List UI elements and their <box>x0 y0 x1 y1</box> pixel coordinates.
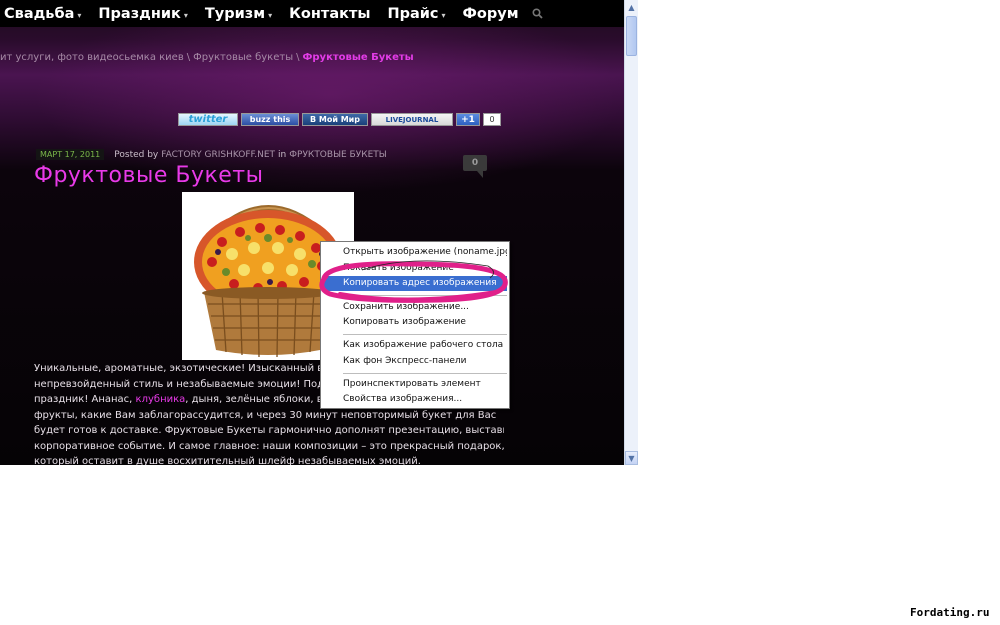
body-line: корпоративное событие. И самое главное: … <box>34 440 504 452</box>
ctx-show-image[interactable]: Показать изображение <box>323 261 507 276</box>
ctx-save-image[interactable]: Сохранить изображение... <box>323 300 507 315</box>
breadcrumb-link[interactable]: ит услуги, фото видеосьемка киев <box>0 52 184 63</box>
nav-item-holiday[interactable]: Праздник ▾ <box>98 6 187 22</box>
nav-item-label: Туризм <box>204 5 266 22</box>
ctx-open-image[interactable]: Открыть изображение (noname.jpg) <box>323 245 507 260</box>
nav-item-price[interactable]: Прайс ▾ <box>387 6 445 22</box>
menu-separator <box>343 295 507 296</box>
ctx-copy-image-address[interactable]: Копировать адрес изображения <box>323 276 507 291</box>
context-menu: Открыть изображение (noname.jpg) Показат… <box>320 241 510 409</box>
scroll-thumb[interactable] <box>626 16 637 56</box>
nav-item-label: Контакты <box>289 5 371 22</box>
in-label: in <box>278 149 287 160</box>
livejournal-share-button[interactable]: LIVEJOURNAL <box>371 113 453 126</box>
menu-separator <box>343 373 507 374</box>
browser-viewport: Свадьба ▾ Праздник ▾ Туризм ▾ Контакты Прай… <box>0 0 638 465</box>
scroll-up-arrow-icon[interactable]: ▲ <box>625 0 638 14</box>
breadcrumb: ит услуги, фото видеосьемка киев \ Фруктов… <box>0 52 624 63</box>
post-author-link[interactable]: FACTORY GRISHKOFF.NET <box>161 150 275 160</box>
body-line: фрукты, какие Вам заблагорассудится, и ч… <box>34 409 497 421</box>
post-title[interactable]: Фруктовые Букеты <box>34 163 263 188</box>
plusone-count: 0 <box>483 113 501 126</box>
posted-by-label: Posted by <box>114 149 159 160</box>
vertical-scrollbar[interactable]: ▲ ▼ <box>624 0 638 465</box>
nav-item-tourism[interactable]: Туризм ▾ <box>205 6 272 22</box>
nav-item-label: Форум <box>462 5 519 22</box>
moimir-share-button[interactable]: В Мой Мир <box>302 113 368 126</box>
body-text-fragment: , дыня, зелёные яблоки, вин <box>185 394 336 405</box>
nav-item-label: Прайс <box>387 5 439 22</box>
breadcrumb-link[interactable]: Фруктовые букеты <box>193 52 293 63</box>
share-buttons: twitter buzz this В Мой Мир LIVEJOURNAL … <box>178 113 501 127</box>
breadcrumb-current: Фруктовые Букеты <box>302 52 414 63</box>
nav-item-label: Праздник <box>98 5 181 22</box>
breadcrumb-separator: \ <box>296 52 300 63</box>
chevron-down-icon: ▾ <box>441 10 446 20</box>
search-icon[interactable] <box>532 7 546 21</box>
top-navigation: Свадьба ▾ Праздник ▾ Туризм ▾ Контакты Прай… <box>0 0 624 27</box>
nav-item-contacts[interactable]: Контакты <box>289 6 370 22</box>
chevron-down-icon: ▾ <box>268 10 273 20</box>
body-text-fragment: праздник! Ананас, <box>34 394 136 405</box>
body-line: который оставит в душе восхитительный шл… <box>34 456 421 465</box>
chevron-down-icon: ▾ <box>183 10 188 20</box>
comment-count-badge[interactable]: 0 <box>463 155 487 178</box>
post-date: МАРТ 17, 2011 <box>36 149 105 160</box>
ctx-image-properties[interactable]: Свойства изображения... <box>323 392 507 407</box>
post-category-link[interactable]: ФРУКТОВЫЕ БУКЕТЫ <box>289 150 386 160</box>
nav-item-label: Свадьба <box>4 5 75 22</box>
web-page: Свадьба ▾ Праздник ▾ Туризм ▾ Контакты Прай… <box>0 0 624 465</box>
watermark: Fordating.ru <box>910 606 990 619</box>
plusone-button[interactable]: +1 <box>456 113 480 126</box>
buzz-share-button[interactable]: buzz this <box>241 113 299 126</box>
twitter-share-button[interactable]: twitter <box>178 113 238 126</box>
nav-item-forum[interactable]: Форум <box>463 6 519 22</box>
menu-separator <box>343 334 507 335</box>
body-line: будет готов к доставке. Фруктовые Букеты… <box>34 425 504 436</box>
post-meta: МАРТ 17, 2011 Posted by FACTORY GRISHKOF… <box>36 149 390 160</box>
ctx-set-as-speed-dial-bg[interactable]: Как фон Экспресс-панели <box>323 354 507 369</box>
ctx-set-as-desktop[interactable]: Как изображение рабочего стола <box>323 338 507 353</box>
strawberry-link[interactable]: клубника <box>136 394 186 405</box>
ctx-copy-image[interactable]: Копировать изображение <box>323 315 507 330</box>
breadcrumb-separator: \ <box>186 52 191 63</box>
scroll-down-arrow-icon[interactable]: ▼ <box>625 451 638 465</box>
nav-item-wedding[interactable]: Свадьба ▾ <box>4 6 81 22</box>
ctx-inspect-element[interactable]: Проинспектировать элемент <box>323 377 507 392</box>
chevron-down-icon: ▾ <box>77 10 82 20</box>
